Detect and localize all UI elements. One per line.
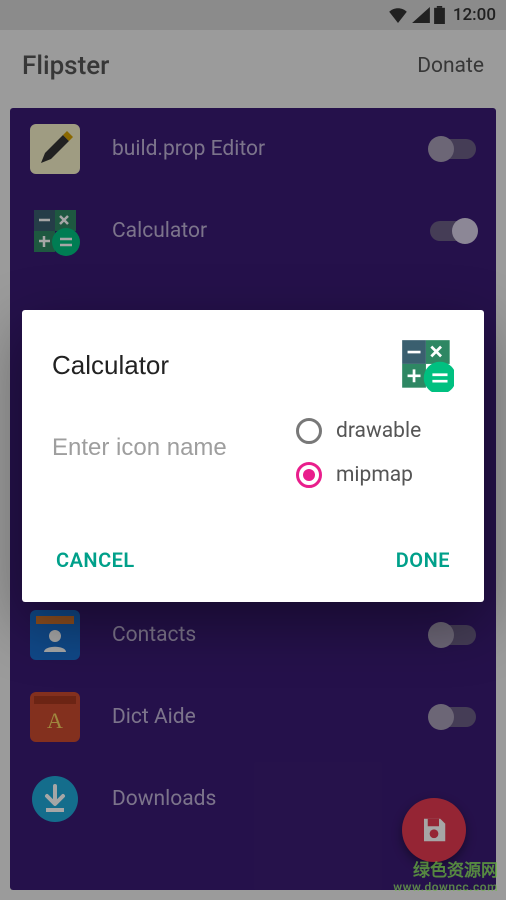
watermark-url: www.downcc.com [393,881,498,894]
calculator-icon [400,338,454,392]
watermark-text: 绿色资源网 [393,862,498,881]
app-name-input[interactable] [52,350,312,381]
icon-name-input[interactable] [52,418,282,462]
icon-override-dialog: drawable mipmap CANCEL DONE [22,310,484,602]
radio-drawable[interactable]: drawable [296,418,421,444]
radio-label: mipmap [336,463,413,487]
done-button[interactable]: DONE [392,536,454,584]
resource-type-radios: drawable mipmap [296,418,421,488]
radio-icon [296,418,322,444]
radio-mipmap[interactable]: mipmap [296,462,421,488]
radio-icon [296,462,322,488]
watermark: 绿色资源网 www.downcc.com [393,862,498,894]
radio-label: drawable [336,419,421,443]
cancel-button[interactable]: CANCEL [52,536,139,584]
